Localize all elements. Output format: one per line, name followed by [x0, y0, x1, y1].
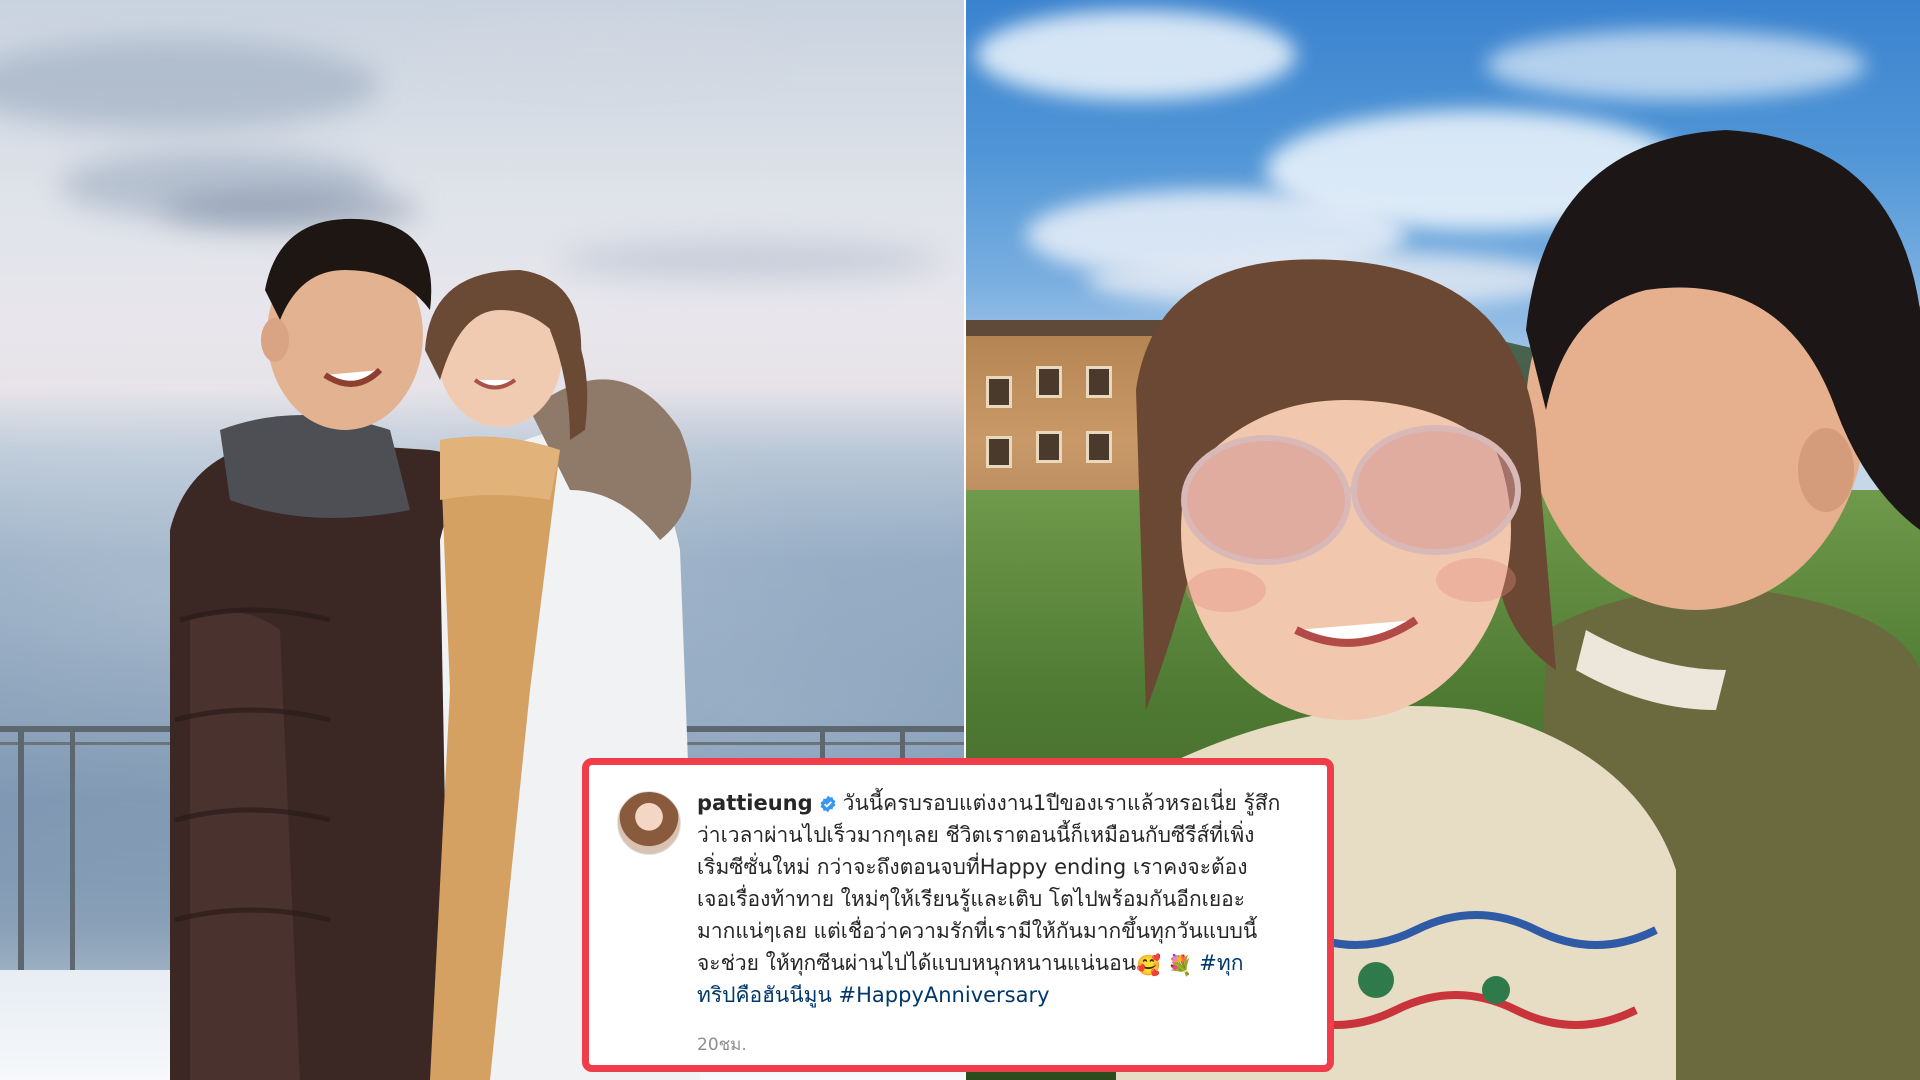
caption-line-5: มากแน่ๆเลย แต่เชื่อว่าความรักที่เรามีให้… [697, 919, 1258, 943]
username[interactable]: pattieung [697, 791, 813, 815]
bouquet-emoji: 💐 [1167, 953, 1193, 977]
smiling-hearts-emoji: 🥰 [1136, 953, 1161, 977]
verified-badge-icon [820, 795, 836, 813]
instagram-caption-card: pattieung วันนี้ครบรอบแต่งงาน1ปีของเราแล้… [582, 758, 1334, 1072]
caption-line-1: วันนี้ครบรอบแต่งงาน1ปีของเราแล้วหรอเนี่ย… [842, 791, 1281, 815]
hashtag-happy-anniversary[interactable]: #HappyAnniversary [839, 983, 1050, 1007]
caption-line-4: เจอเรื่องท้าทาย ใหม่ๆให้เรียนรู้และเติบ … [697, 887, 1246, 911]
collage: pattieung วันนี้ครบรอบแต่งงาน1ปีของเราแล้… [0, 0, 1920, 1080]
caption-text: pattieung วันนี้ครบรอบแต่งงาน1ปีของเราแล้… [697, 787, 1307, 1011]
profile-avatar[interactable] [617, 791, 681, 855]
caption-line-6: จะช่วย ให้ทุกซีนผ่านไปได้แบบหนุกหนานแน่น… [697, 951, 1137, 975]
post-timestamp[interactable]: 20ชม. [697, 1031, 747, 1058]
caption-line-2: ว่าเวลาผ่านไปเร็วมากๆเลย ชีวิตเราตอนนี้ก… [697, 823, 1255, 847]
caption-line-3: เริ่มซีซั่นใหม่ กว่าจะถึงตอนจบที่Happy e… [697, 855, 1248, 879]
